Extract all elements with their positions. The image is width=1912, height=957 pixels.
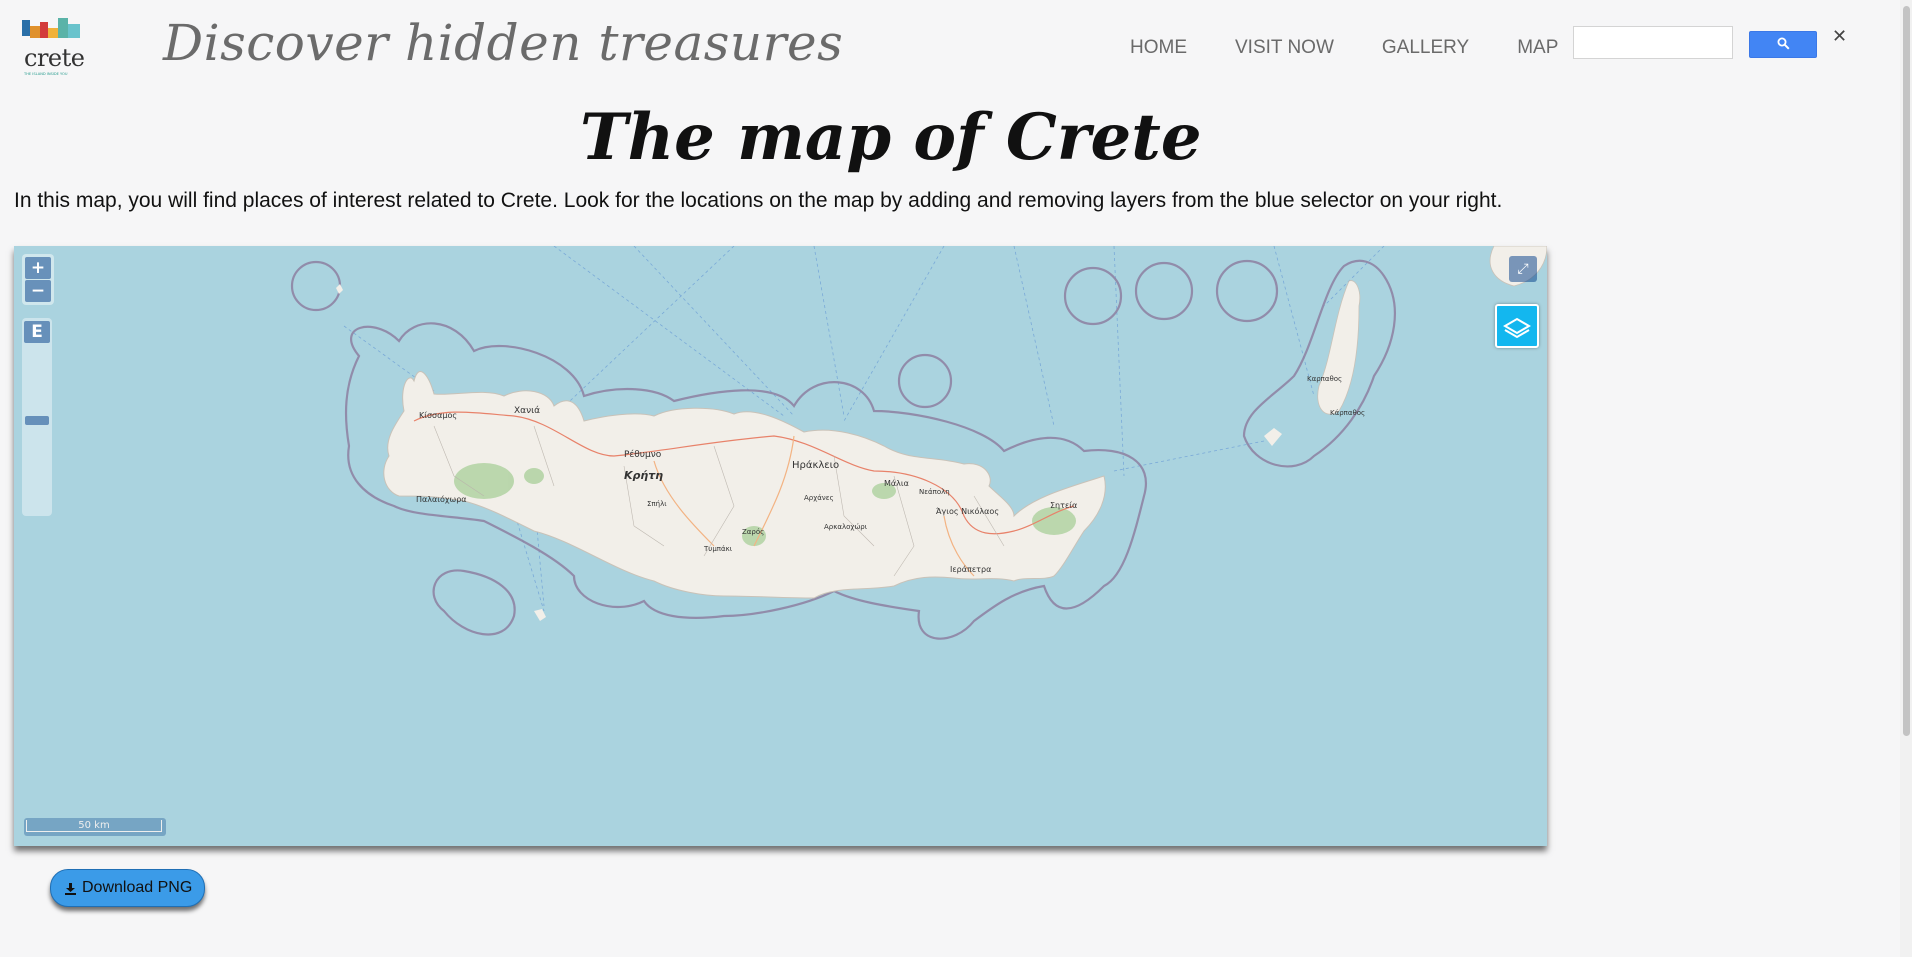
territorial-waters-islet-2 <box>1063 266 1123 326</box>
label-karpathos-north: Καρπαθος <box>1307 375 1342 383</box>
label-kissamos: Κίσσαμος <box>419 411 457 420</box>
label-siteia: Σητεία <box>1050 501 1077 510</box>
islet-1 <box>336 284 343 294</box>
fullscreen-button[interactable]: ⤢ <box>1509 256 1537 282</box>
label-malia: Μάλια <box>884 479 909 488</box>
label-archanes: Αρχάνες <box>804 494 834 502</box>
logo-subtext: THE ISLAND INSIDE YOU <box>24 72 68 76</box>
territorial-waters-gavdos <box>432 569 516 636</box>
map-canvas[interactable]: Κρήτη Χανιά Κίσσαμος Ρέθυμνο Ηράκλειο Μά… <box>14 246 1547 846</box>
header: crete THE ISLAND INSIDE YOU Discover hid… <box>0 0 1912 100</box>
page-title: The map of Crete <box>580 100 1202 175</box>
zoom-slider-thumb[interactable] <box>25 415 49 425</box>
scale-line: 50 km <box>24 818 166 836</box>
nav-home[interactable]: HOME <box>1130 37 1187 59</box>
label-zaros: Ζαρός <box>742 528 764 536</box>
label-tympaki: Τυμπάκι <box>703 545 733 553</box>
download-icon <box>64 882 77 895</box>
main-nav: HOME VISIT NOW GALLERY MAP <box>1130 37 1606 59</box>
label-agios-nikolaos: Άγιος Νικόλαος <box>936 506 999 516</box>
download-label: Download PNG <box>82 879 193 896</box>
label-neapoli: Νεάπολη <box>919 488 950 496</box>
label-heraklion: Ηράκλειο <box>792 459 839 471</box>
territorial-waters-islet-3 <box>1134 261 1194 321</box>
search-clear-button[interactable]: ✕ <box>1832 26 1847 47</box>
zoom-slider[interactable]: E <box>22 318 52 516</box>
label-palaiochora: Παλαιόχωρα <box>416 494 467 504</box>
territorial-waters-islet-5 <box>1215 259 1279 323</box>
label-arkalochori: Αρκαλοχώρι <box>824 523 868 531</box>
page-intro: In this map, you will find places of int… <box>14 189 1503 212</box>
page-scrollbar[interactable] <box>1900 0 1912 957</box>
nav-map[interactable]: MAP <box>1517 37 1558 59</box>
label-chania: Χανιά <box>514 406 540 416</box>
label-karpathos-south: Κάρπαθος <box>1330 409 1365 417</box>
site-tagline: Discover hidden treasures <box>163 14 844 72</box>
search-input[interactable] <box>1573 26 1733 59</box>
territorial-waters-islet-1 <box>290 260 342 312</box>
layer-switcher-button[interactable] <box>1495 304 1539 348</box>
scale-label: 50 km <box>26 820 162 832</box>
download-png-button[interactable]: Download PNG <box>50 869 206 907</box>
label-ierapetra: Ιεράπετρα <box>950 565 991 574</box>
kasos-island <box>1264 428 1282 446</box>
label-rethymno: Ρέθυμνο <box>624 449 662 460</box>
zoom-extent-button[interactable]: E <box>24 321 50 343</box>
label-spili: Σπήλι <box>647 500 667 508</box>
logo-text: crete <box>24 44 85 72</box>
zoom-in-button[interactable]: + <box>25 257 51 279</box>
site-logo[interactable]: crete THE ISLAND INSIDE YOU <box>20 14 86 80</box>
layers-icon <box>1503 317 1531 339</box>
page-scrollbar-thumb[interactable] <box>1903 6 1910 736</box>
search-button[interactable] <box>1749 31 1817 58</box>
territorial-waters-islet-4 <box>897 353 953 409</box>
nav-gallery[interactable]: GALLERY <box>1382 37 1469 59</box>
map-view[interactable]: Κρήτη Χανιά Κίσσαμος Ρέθυμνο Ηράκλειο Μά… <box>14 246 1547 846</box>
search-icon <box>1777 35 1790 54</box>
zoom-control: + − <box>22 254 54 305</box>
label-kriti: Κρήτη <box>624 469 663 482</box>
zoom-out-button[interactable]: − <box>25 280 51 302</box>
nav-visit-now[interactable]: VISIT NOW <box>1235 37 1334 59</box>
